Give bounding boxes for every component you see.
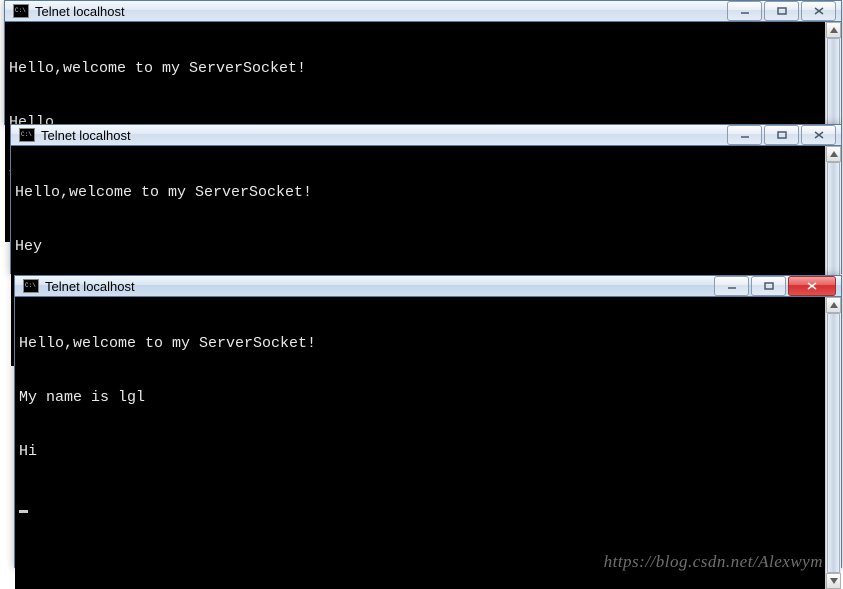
window-title: Telnet localhost bbox=[41, 128, 725, 143]
scroll-up-button[interactable] bbox=[826, 297, 841, 313]
watermark-text: https://blog.csdn.net/Alexwym bbox=[604, 553, 823, 571]
terminal-line: Hi bbox=[19, 443, 837, 461]
maximize-button[interactable] bbox=[751, 276, 786, 296]
terminal-window-2: Telnet localhost Hello,welcome to my Ser… bbox=[10, 124, 842, 274]
terminal-line: My name is lgl bbox=[19, 389, 837, 407]
cmd-icon bbox=[13, 4, 29, 18]
maximize-button[interactable] bbox=[764, 1, 799, 21]
terminal-line: Hello,welcome to my ServerSocket! bbox=[19, 335, 837, 353]
terminal-line: Hello,welcome to my ServerSocket! bbox=[9, 60, 837, 78]
terminal-line: Hello,welcome to my ServerSocket! bbox=[15, 184, 837, 202]
scroll-up-button[interactable] bbox=[826, 146, 841, 162]
minimize-button[interactable] bbox=[714, 276, 749, 296]
scroll-thumb[interactable] bbox=[827, 313, 840, 573]
terminal-output[interactable]: Hello,welcome to my ServerSocket! My nam… bbox=[15, 297, 841, 589]
close-button[interactable] bbox=[801, 125, 836, 145]
vertical-scrollbar[interactable] bbox=[825, 297, 841, 589]
maximize-button[interactable] bbox=[764, 125, 799, 145]
cursor-icon bbox=[19, 510, 28, 513]
scroll-down-button[interactable] bbox=[826, 573, 841, 589]
titlebar[interactable]: Telnet localhost bbox=[11, 125, 841, 146]
window-controls bbox=[725, 125, 836, 145]
titlebar[interactable]: Telnet localhost bbox=[5, 1, 841, 22]
window-title: Telnet localhost bbox=[45, 279, 712, 294]
cmd-icon bbox=[19, 128, 35, 142]
terminal-window-3: Telnet localhost Hello,welcome to my Ser… bbox=[14, 275, 842, 568]
titlebar[interactable]: Telnet localhost bbox=[15, 276, 841, 297]
close-button[interactable] bbox=[788, 276, 836, 296]
scroll-up-button[interactable] bbox=[826, 22, 841, 38]
terminal-window-1: Telnet localhost Hello,welcome to my Ser… bbox=[4, 0, 842, 125]
terminal-cursor-line bbox=[19, 497, 837, 515]
minimize-button[interactable] bbox=[727, 125, 762, 145]
window-title: Telnet localhost bbox=[35, 4, 725, 19]
close-button[interactable] bbox=[801, 1, 836, 21]
window-controls bbox=[725, 1, 836, 21]
terminal-line: Hey bbox=[15, 238, 837, 256]
window-controls bbox=[712, 276, 836, 296]
cmd-icon bbox=[23, 279, 39, 293]
minimize-button[interactable] bbox=[727, 1, 762, 21]
scroll-track[interactable] bbox=[826, 313, 841, 573]
